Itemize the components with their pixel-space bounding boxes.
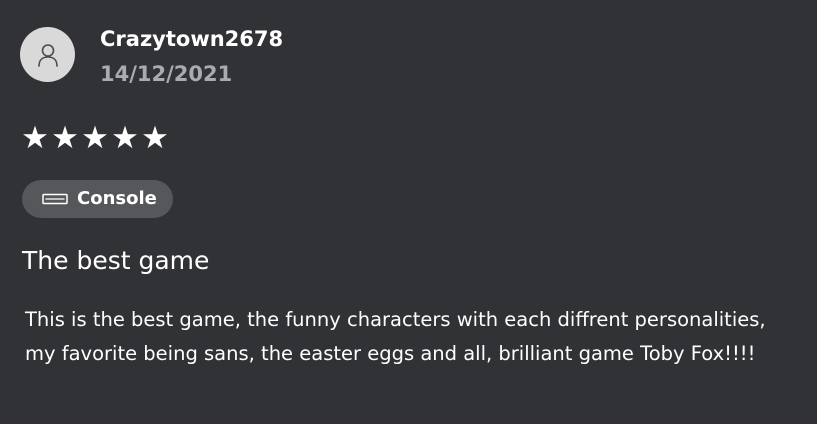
star-icon: ★ <box>81 120 109 156</box>
platform-label: Console <box>77 188 157 209</box>
star-rating: ★ ★ ★ ★ ★ <box>20 120 170 156</box>
star-icon: ★ <box>141 120 169 156</box>
star-icon: ★ <box>51 120 79 156</box>
console-icon <box>42 192 68 206</box>
review-title: The best game <box>22 246 210 275</box>
reviewer-name[interactable]: Crazytown2678 <box>100 24 283 54</box>
star-icon: ★ <box>21 120 49 156</box>
user-icon <box>37 43 59 67</box>
star-icon: ★ <box>111 120 139 156</box>
review-body: This is the best game, the funny charact… <box>25 308 766 365</box>
platform-chip: Console <box>22 180 173 218</box>
avatar <box>20 27 75 82</box>
review-date: 14/12/2021 <box>100 62 233 86</box>
review-card: Crazytown2678 14/12/2021 ★ ★ ★ ★ ★ Conso… <box>0 0 817 424</box>
